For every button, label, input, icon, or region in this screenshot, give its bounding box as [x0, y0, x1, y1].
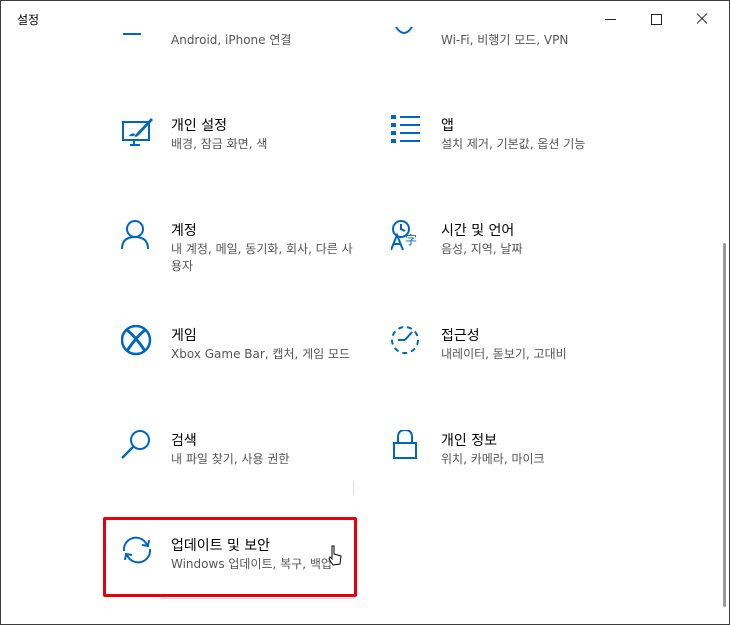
tile-name: 개인 정보 [441, 433, 497, 449]
phone-tile-desc[interactable]: Android, iPhone 연결 [171, 31, 291, 48]
settings-window: 설정 Android, iPhone 연결 Wi-Fi, 비행기 모드, VPN… [0, 0, 730, 625]
maximize-button[interactable] [633, 1, 679, 37]
time-language-icon: 字 [391, 220, 417, 251]
tile-desc: 내 계정, 메일, 동기화, 회사, 다른 사용자 [171, 242, 353, 273]
search-icon [121, 430, 150, 459]
divider [353, 481, 354, 495]
lock-icon [393, 430, 417, 459]
tile-desc: Xbox Game Bar, 캡처, 게임 모드 [171, 347, 351, 361]
apps-icon [391, 115, 420, 143]
mouse-cursor-icon [328, 545, 342, 566]
network-icon [395, 26, 413, 34]
divider [161, 598, 354, 599]
tile-name: 검색 [171, 433, 197, 449]
network-tile-desc[interactable]: Wi-Fi, 비행기 모드, VPN [441, 31, 568, 48]
minimize-button[interactable] [587, 1, 633, 37]
maximize-icon [650, 13, 662, 25]
title-bar: 설정 [1, 1, 729, 37]
personalization-icon [122, 118, 153, 146]
tile-name: 앱 [441, 118, 454, 134]
tile-name: 접근성 [441, 328, 480, 344]
tile-desc: 내레이터, 돋보기, 고대비 [441, 347, 567, 361]
close-icon [696, 13, 708, 25]
accessibility-icon [391, 326, 419, 354]
tile-name: 시간 및 언어 [441, 223, 515, 239]
window-title: 설정 [17, 13, 40, 27]
xbox-icon [121, 325, 152, 356]
tile-desc: 배경, 잠금 화면, 색 [171, 137, 268, 151]
account-icon [121, 220, 149, 250]
close-button[interactable] [679, 1, 725, 37]
minimize-icon [604, 18, 616, 20]
tile-desc: 위치, 카메라, 마이크 [441, 452, 545, 466]
scrollbar[interactable] [723, 243, 726, 607]
phone-icon [123, 33, 141, 35]
tile-desc: 설치 제거, 기본값, 옵션 기능 [441, 137, 586, 151]
svg-text:字: 字 [405, 232, 417, 247]
tile-name: 계정 [171, 223, 197, 239]
highlight-box [103, 517, 357, 597]
tile-name: 개인 설정 [171, 118, 227, 134]
tile-desc: 음성, 지역, 날짜 [441, 242, 523, 256]
tile-desc: 내 파일 찾기, 사용 권한 [171, 452, 290, 466]
tile-name: 게임 [171, 328, 197, 344]
